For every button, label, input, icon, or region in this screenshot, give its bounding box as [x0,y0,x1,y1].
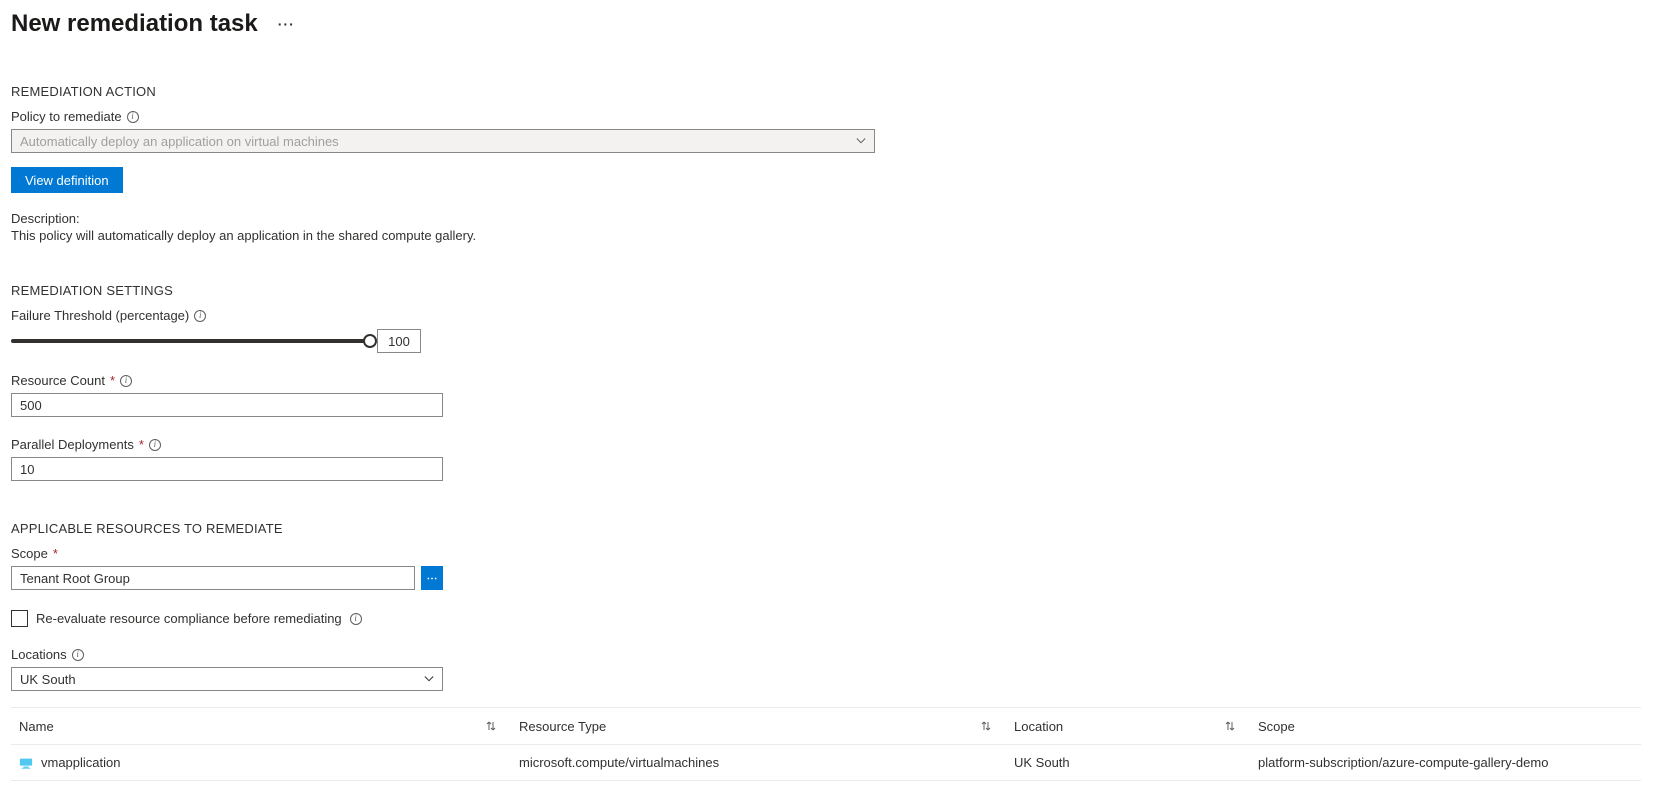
info-icon[interactable]: i [350,613,362,625]
column-name-label: Name [19,719,54,734]
parallel-deployments-input[interactable] [11,457,443,481]
sort-icon[interactable] [1224,720,1242,732]
info-icon[interactable]: i [120,375,132,387]
resource-count-label-text: Resource Count [11,373,105,388]
view-definition-button[interactable]: View definition [11,167,123,193]
cell-location: UK South [1014,755,1070,770]
reevaluate-checkbox[interactable] [11,610,28,627]
info-icon[interactable]: i [194,310,206,322]
locations-label-text: Locations [11,647,67,662]
sort-icon[interactable] [980,720,998,732]
reevaluate-label: Re-evaluate resource compliance before r… [36,611,342,626]
cell-type: microsoft.compute/virtualmachines [519,755,719,770]
table-header: Name Resource Type Location Scope [11,707,1641,745]
parallel-deployments-label: Parallel Deployments * i [11,437,1655,452]
required-asterisk: * [110,373,115,388]
policy-to-remediate-label: Policy to remediate i [11,109,1655,124]
description-label: Description: [11,211,1655,226]
policy-to-remediate-value: Automatically deploy an application on v… [20,134,339,149]
parallel-deployments-label-text: Parallel Deployments [11,437,134,452]
info-icon[interactable]: i [149,439,161,451]
page-title-text: New remediation task [11,10,258,38]
failure-threshold-label: Failure Threshold (percentage) i [11,308,1655,323]
chevron-down-icon [424,674,434,684]
resource-count-label: Resource Count * i [11,373,1655,388]
column-scope[interactable]: Scope [1250,719,1641,734]
cell-name: vmapplication [41,755,121,770]
scope-value: Tenant Root Group [20,571,130,586]
info-icon[interactable]: i [127,111,139,123]
failure-threshold-value: 100 [377,329,421,353]
locations-select[interactable]: UK South [11,667,443,691]
column-location-label: Location [1014,719,1063,734]
section-applicable-resources-heading: APPLICABLE RESOURCES TO REMEDIATE [11,521,1655,536]
scope-label: Scope * [11,546,1655,561]
slider-thumb[interactable] [363,334,377,348]
chevron-down-icon [856,136,866,146]
scope-picker-button[interactable] [421,566,443,590]
scope-input[interactable]: Tenant Root Group [11,566,415,590]
resources-table: Name Resource Type Location Scope vmappl… [11,707,1641,781]
failure-threshold-slider[interactable] [11,339,371,343]
policy-description: Description: This policy will automatica… [11,211,1655,243]
section-remediation-action-heading: REMEDIATION ACTION [11,84,1655,99]
resource-count-input[interactable] [11,393,443,417]
column-resource-type[interactable]: Resource Type [511,719,1006,734]
locations-label: Locations i [11,647,1655,662]
policy-to-remediate-label-text: Policy to remediate [11,109,122,124]
sort-icon[interactable] [485,720,503,732]
column-name[interactable]: Name [11,719,511,734]
cell-scope: platform-subscription/azure-compute-gall… [1258,755,1548,770]
column-scope-label: Scope [1258,719,1295,734]
info-icon[interactable]: i [72,649,84,661]
scope-label-text: Scope [11,546,48,561]
failure-threshold-label-text: Failure Threshold (percentage) [11,308,189,323]
locations-value: UK South [20,672,76,687]
column-location[interactable]: Location [1006,719,1250,734]
column-type-label: Resource Type [519,719,606,734]
required-asterisk: * [139,437,144,452]
virtual-machine-icon [19,756,33,770]
more-actions-icon[interactable]: ··· [278,16,295,32]
description-text: This policy will automatically deploy an… [11,228,1655,243]
policy-to-remediate-select[interactable]: Automatically deploy an application on v… [11,129,875,153]
page-title: New remediation task ··· [11,10,1655,38]
required-asterisk: * [53,546,58,561]
section-remediation-settings-heading: REMEDIATION SETTINGS [11,283,1655,298]
